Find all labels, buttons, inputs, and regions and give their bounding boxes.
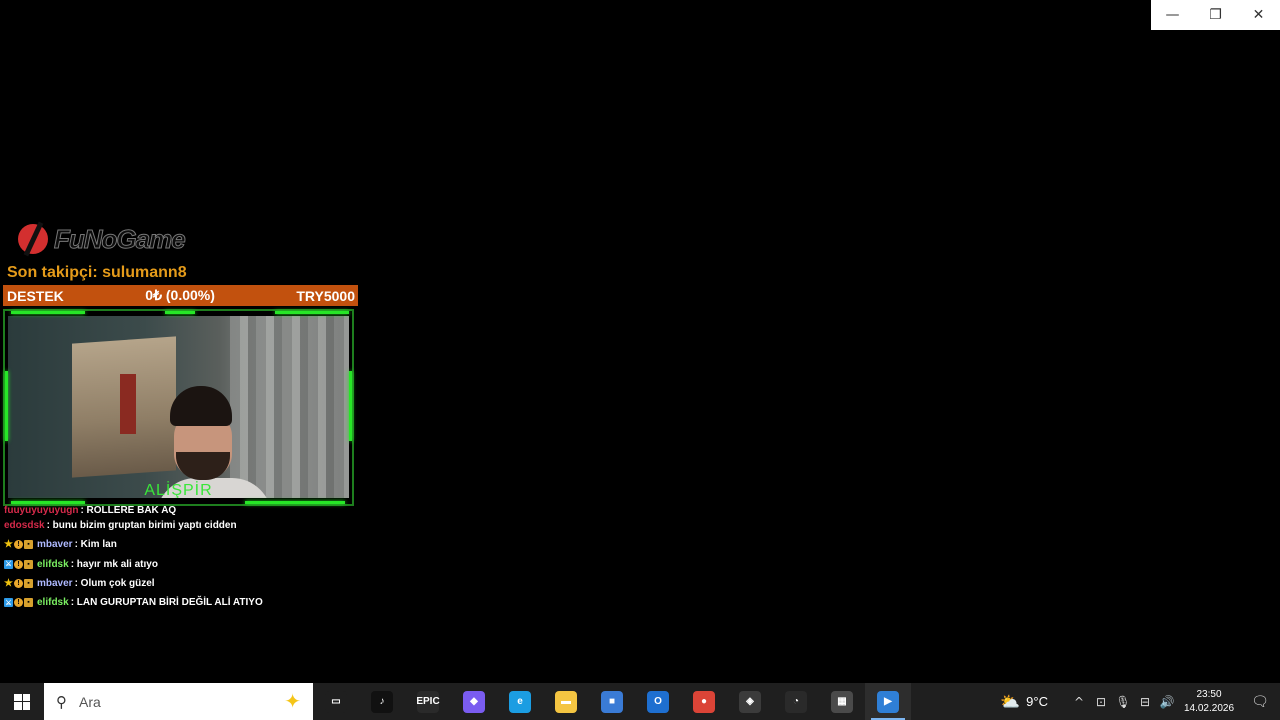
outlook-icon: O — [647, 690, 669, 713]
speedometer-taskbar-button[interactable]: ◔ — [773, 683, 819, 720]
webcam-name-label: ALİŞPİR — [144, 482, 213, 498]
epic-games-icon: EPIC — [416, 690, 440, 713]
chat-message: ⚔! ▪ elifdsk: hayır mk ali atıyo — [4, 555, 364, 574]
notification-center-icon[interactable]: 🗨 — [1240, 694, 1280, 710]
weather-cloud-sun-icon: ⛅ — [1000, 693, 1021, 711]
chat-message: ★! ▪ mbaver: Olum çok güzel — [4, 574, 364, 593]
chat-username[interactable]: elifdsk — [37, 597, 69, 608]
meet-now-icon[interactable]: ⊡ — [1090, 695, 1112, 709]
sub-badge-icon: ! — [14, 579, 23, 589]
channel-logo: FuNoGame — [18, 220, 187, 258]
chat-text: : ROLLERE BAK AQ — [80, 505, 177, 516]
chat-badges: ⚔! ▪ — [4, 559, 34, 569]
calculator-taskbar-button[interactable]: ▦ — [819, 683, 865, 720]
painting-tower — [120, 374, 136, 434]
chat-username[interactable]: fuuyuyuyuyugn — [4, 505, 78, 516]
edge-taskbar-button[interactable]: e — [497, 683, 543, 720]
last-follower-label: Son takipçi: sulumann8 — [7, 264, 187, 281]
webcam-feed: ALİŞPİR — [8, 316, 349, 498]
search-icon: ⚲ — [56, 692, 67, 711]
chat-text: : Olum çok güzel — [74, 578, 155, 590]
gift-badge-icon: ▪ — [24, 559, 33, 569]
tiktok-icon: ♪ — [371, 690, 393, 713]
chat-badges: ★! ▪ — [4, 578, 34, 590]
ms-store-taskbar-button[interactable]: ■ — [589, 683, 635, 720]
pinned-apps: ▭ ♪ EPIC ◆ e ▬ ■ O ● ◈ ◔ ▦ ▶ — [313, 683, 911, 720]
chat-message: ⚔! ▪ elifdsk: LAN GURUPTAN BİRİ DEĞİL ALİ … — [4, 593, 364, 612]
chat-overlay: fuuyuyuyuyugn: ROLLERE BAK AQ edosdsk: bu… — [4, 502, 364, 612]
copilot-taskbar-button[interactable]: ◆ — [451, 683, 497, 720]
taskbar: ⚲ Ara ✦ ▭ ♪ EPIC ◆ e ▬ ■ O ● ◈ ◔ ▦ ▶ ⛅ 9°C ^ ⊡ 🎙 ⊟ 🔊 23:… — [0, 683, 1280, 720]
chat-username[interactable]: edosdsk — [4, 520, 45, 531]
webcam-frame: ALİŞPİR — [3, 309, 354, 506]
system-tray: ⛅ 9°C ^ ⊡ 🎙 ⊟ 🔊 23:50 14.02.2026 🗨 — [1000, 683, 1280, 720]
taskbar-search-box[interactable]: ⚲ Ara ✦ — [44, 683, 313, 720]
support-goal: TRY5000 — [296, 287, 355, 304]
clock[interactable]: 23:50 14.02.2026 — [1178, 688, 1240, 716]
media-player-icon: ▶ — [877, 690, 899, 713]
chat-username[interactable]: mbaver — [37, 578, 73, 589]
mod-icon: ⚔ — [4, 559, 13, 569]
chat-text: : Kim lan — [74, 539, 117, 551]
gift-badge-icon: ▪ — [24, 540, 33, 550]
chrome-icon: ● — [693, 690, 715, 713]
gift-badge-icon: ▪ — [24, 598, 33, 608]
chat-text: : bunu bizim gruptan birimi yaptı cidden — [46, 520, 237, 532]
chat-badges: ⚔! ▪ — [4, 598, 34, 608]
sub-badge-icon: ! — [14, 540, 23, 550]
minimize-button[interactable]: — — [1151, 0, 1194, 30]
start-button[interactable] — [0, 683, 44, 720]
tiktok-taskbar-button[interactable]: ♪ — [359, 683, 405, 720]
chat-username[interactable]: elifdsk — [37, 559, 69, 570]
tray-icons: ^ ⊡ 🎙 ⊟ 🔊 — [1068, 695, 1178, 709]
chat-text: : hayır mk ali atıyo — [70, 558, 158, 570]
chat-message: edosdsk: bunu bizim gruptan birimi yaptı… — [4, 516, 364, 535]
chrome-taskbar-button[interactable]: ● — [681, 683, 727, 720]
ms-store-icon: ■ — [601, 690, 623, 713]
task-view-icon: ▭ — [325, 690, 347, 713]
mod-icon: ⚔ — [4, 598, 13, 608]
chat-text: : LAN GURUPTAN BİRİ DEĞİL ALİ ATIYO — [70, 597, 263, 609]
clock-time: 23:50 — [1196, 688, 1222, 700]
chat-username[interactable]: mbaver — [37, 539, 73, 550]
task-view-taskbar-button[interactable]: ▭ — [313, 683, 359, 720]
sub-badge-icon: ! — [14, 598, 23, 608]
network-icon[interactable]: ⊟ — [1134, 695, 1156, 709]
star-icon: ★ — [4, 539, 13, 551]
windows-logo-icon — [14, 693, 30, 710]
file-explorer-icon: ▬ — [555, 690, 577, 713]
support-goal-bar: DESTEK 0₺ (0.00%) TRY5000 — [3, 285, 358, 306]
weather-widget[interactable]: ⛅ 9°C — [1000, 692, 1048, 712]
outlook-taskbar-button[interactable]: O — [635, 683, 681, 720]
support-progress: 0₺ (0.00%) — [145, 287, 215, 303]
file-explorer-taskbar-button[interactable]: ▬ — [543, 683, 589, 720]
chat-message: fuuyuyuyuyugn: ROLLERE BAK AQ — [4, 502, 364, 516]
restore-button[interactable]: ❐ — [1194, 0, 1237, 30]
window-controls: — ❐ ✕ — [1151, 0, 1280, 30]
epic-games-taskbar-button[interactable]: EPIC — [405, 683, 451, 720]
sparkle-icon: ✦ — [284, 691, 301, 713]
chat-badges: ★! ▪ — [4, 539, 34, 551]
chevron-up-icon[interactable]: ^ — [1068, 695, 1090, 709]
sub-badge-icon: ! — [14, 559, 23, 569]
speedometer-icon: ◔ — [785, 690, 807, 713]
search-placeholder: Ara — [79, 693, 101, 710]
close-button[interactable]: ✕ — [1237, 0, 1280, 30]
media-player-taskbar-button[interactable]: ▶ — [865, 683, 911, 720]
support-label: DESTEK — [7, 287, 64, 304]
weather-temp: 9°C — [1026, 694, 1048, 709]
volume-icon[interactable]: 🔊 — [1156, 695, 1178, 709]
logo-text: FuNoGame — [54, 223, 187, 254]
chat-message: ★! ▪ mbaver: Kim lan — [4, 535, 364, 554]
logo-mark-icon — [18, 224, 48, 254]
davinci-taskbar-button[interactable]: ◈ — [727, 683, 773, 720]
gift-badge-icon: ▪ — [24, 579, 33, 589]
copilot-icon: ◆ — [463, 690, 485, 713]
microphone-icon[interactable]: 🎙 — [1112, 695, 1134, 709]
star-icon: ★ — [4, 578, 13, 590]
clock-date: 14.02.2026 — [1183, 702, 1235, 714]
calculator-icon: ▦ — [831, 690, 853, 713]
davinci-icon: ◈ — [739, 690, 761, 713]
edge-icon: e — [509, 690, 531, 713]
